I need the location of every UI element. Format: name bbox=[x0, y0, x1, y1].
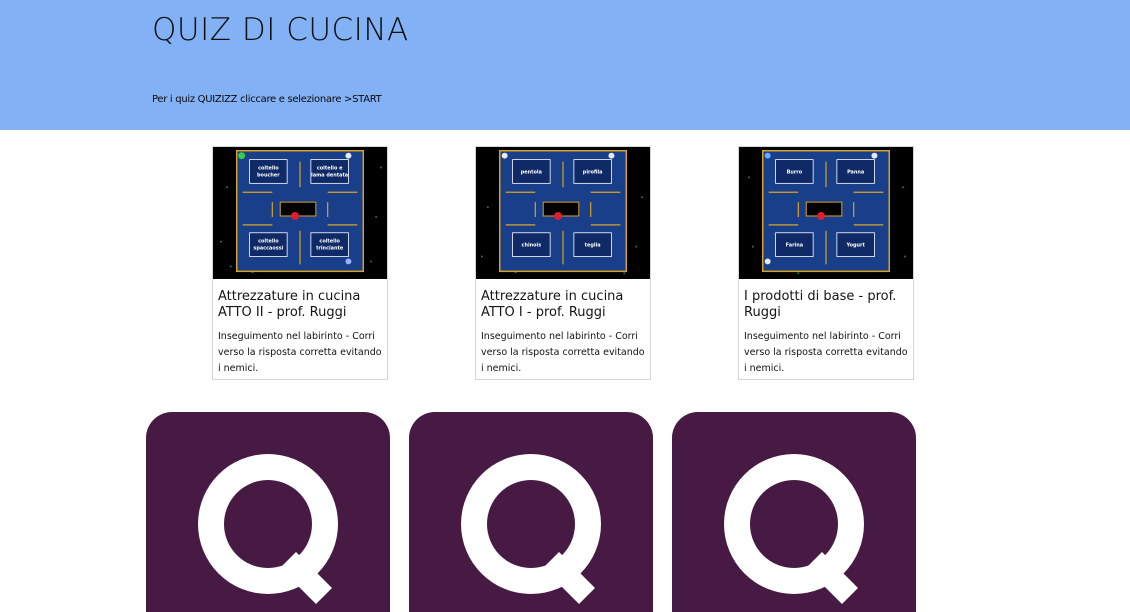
quizizz-logo-icon[interactable] bbox=[146, 412, 390, 612]
svg-text:pirofila: pirofila bbox=[583, 169, 603, 175]
card-description: Inseguimento nel labirinto - Corri verso… bbox=[218, 331, 382, 374]
svg-text:coltello: coltello bbox=[319, 239, 340, 245]
card-title[interactable]: Attrezzature in cucina ATTO II - prof. R… bbox=[218, 289, 386, 321]
card-description: Inseguimento nel labirinto - Corri verso… bbox=[481, 331, 645, 374]
svg-text:Yogurt: Yogurt bbox=[845, 243, 865, 249]
page-title: QUIZ DI CUCINA bbox=[152, 12, 409, 48]
svg-text:chinois: chinois bbox=[522, 243, 542, 249]
svg-text:pentola: pentola bbox=[521, 169, 542, 175]
svg-text:Panna: Panna bbox=[847, 169, 864, 175]
svg-text:lama dentata: lama dentata bbox=[311, 172, 348, 178]
pacman-maze-thumbnail[interactable]: coltello boucher coltello e lama dentata c… bbox=[213, 147, 387, 279]
svg-text:coltello: coltello bbox=[258, 166, 279, 172]
page-subtitle: Per i quiz QUIZIZZ cliccare e selezionar… bbox=[152, 94, 382, 105]
quiz-card[interactable]: Burro Panna Farina Yogurt I prodotti di … bbox=[738, 146, 914, 380]
svg-text:coltello: coltello bbox=[258, 239, 279, 245]
pacman-maze-thumbnail[interactable]: pentola pirofila chinois teglia bbox=[476, 147, 650, 279]
svg-text:boucher: boucher bbox=[257, 172, 280, 178]
card-description: Inseguimento nel labirinto - Corri verso… bbox=[744, 331, 908, 374]
quiz-card[interactable]: pentola pirofila chinois teglia Attrezza… bbox=[475, 146, 651, 380]
quiz-card[interactable]: coltello boucher coltello e lama dentata c… bbox=[212, 146, 388, 380]
quizizz-logo-icon[interactable] bbox=[409, 412, 653, 612]
svg-text:spaccaossi: spaccaossi bbox=[253, 246, 283, 252]
pacman-maze-thumbnail[interactable]: Burro Panna Farina Yogurt bbox=[739, 147, 913, 279]
quizizz-logo-icon[interactable] bbox=[672, 412, 916, 612]
header-banner: QUIZ DI CUCINA Per i quiz QUIZIZZ clicca… bbox=[0, 0, 1130, 130]
svg-text:Farina: Farina bbox=[786, 243, 803, 249]
svg-text:Burro: Burro bbox=[787, 169, 803, 175]
svg-text:coltello e: coltello e bbox=[317, 166, 343, 172]
svg-text:teglia: teglia bbox=[585, 243, 601, 249]
card-title[interactable]: I prodotti di base - prof. Ruggi bbox=[744, 289, 912, 321]
card-title[interactable]: Attrezzature in cucina ATTO I - prof. Ru… bbox=[481, 289, 649, 321]
svg-text:trinciante: trinciante bbox=[316, 246, 344, 252]
